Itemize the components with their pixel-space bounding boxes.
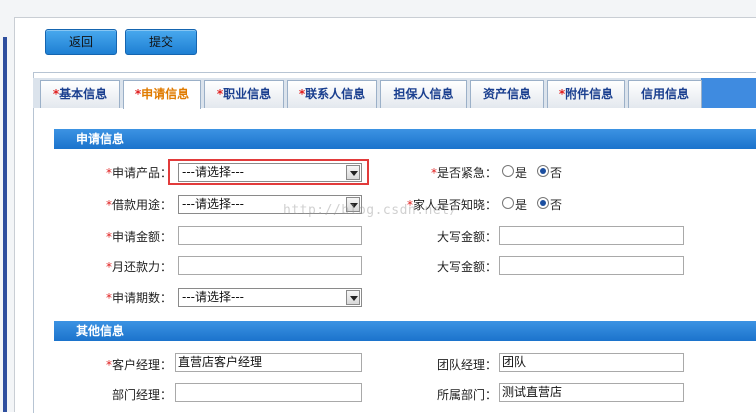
team-manager-input[interactable]: 团队 — [499, 353, 684, 372]
window-top-bar — [0, 0, 756, 18]
urgent-label: *是否紧急： — [430, 166, 497, 180]
manager-input[interactable]: 直营店客户经理 — [175, 353, 362, 372]
family-no-radio[interactable] — [537, 197, 549, 209]
urgent-yes-label: 是 — [515, 166, 528, 180]
amount-label: *申请金额： — [105, 230, 172, 244]
dept-manager-label: 部门经理： — [111, 388, 172, 402]
repay-ability-label: *月还款力： — [105, 260, 172, 274]
family-yes-label: 是 — [515, 198, 528, 212]
tab-guarantor-info[interactable]: 担保人信息 — [380, 80, 467, 108]
tab-apply-info[interactable]: *申请信息 — [123, 80, 201, 109]
dept-manager-input[interactable] — [175, 383, 362, 402]
repay-ability-input[interactable] — [178, 256, 362, 275]
tab-contact-info[interactable]: *联系人信息 — [287, 80, 377, 108]
watermark: http://blog.csdn.net/ — [283, 203, 458, 218]
left-frame — [0, 17, 15, 412]
product-label: *申请产品： — [105, 166, 172, 180]
tab-credit-info[interactable]: 信用信息 — [628, 80, 702, 108]
urgent-no-radio[interactable] — [537, 165, 549, 177]
section-header-other-info: 其他信息 — [54, 321, 756, 341]
back-button[interactable]: 返回 — [45, 29, 117, 55]
urgent-no-label: 否 — [550, 166, 563, 180]
upper-amount-input-2[interactable] — [499, 256, 684, 275]
upper-amount-label-2: 大写金额： — [436, 260, 497, 274]
amount-input[interactable] — [178, 226, 362, 245]
tab-basic-info[interactable]: *基本信息 — [40, 80, 120, 108]
purpose-label: *借款用途： — [105, 198, 172, 212]
tab-asset-info[interactable]: 资产信息 — [470, 80, 544, 108]
family-yes-radio[interactable] — [502, 197, 514, 209]
team-manager-label: 团队经理： — [436, 358, 497, 372]
manager-label: *客户经理： — [105, 358, 172, 372]
chevron-down-icon — [346, 290, 360, 305]
term-select[interactable]: ---请选择--- — [178, 288, 362, 307]
family-no-label: 否 — [550, 198, 563, 212]
highlight-box — [168, 159, 369, 185]
section-header-apply-info: 申请信息 — [54, 129, 756, 149]
dept-label: 所属部门： — [436, 388, 497, 402]
tab-strip-fill — [701, 78, 756, 108]
left-frame-strip — [3, 37, 7, 412]
upper-amount-input-1[interactable] — [499, 226, 684, 245]
dept-input[interactable]: 测试直营店 — [499, 383, 684, 402]
submit-button[interactable]: 提交 — [125, 29, 197, 55]
tab-attachment-info[interactable]: *附件信息 — [547, 80, 625, 108]
urgent-yes-radio[interactable] — [502, 165, 514, 177]
term-label: *申请期数： — [105, 291, 172, 305]
tab-job-info[interactable]: *职业信息 — [204, 80, 284, 108]
upper-amount-label-1: 大写金额： — [436, 230, 497, 244]
